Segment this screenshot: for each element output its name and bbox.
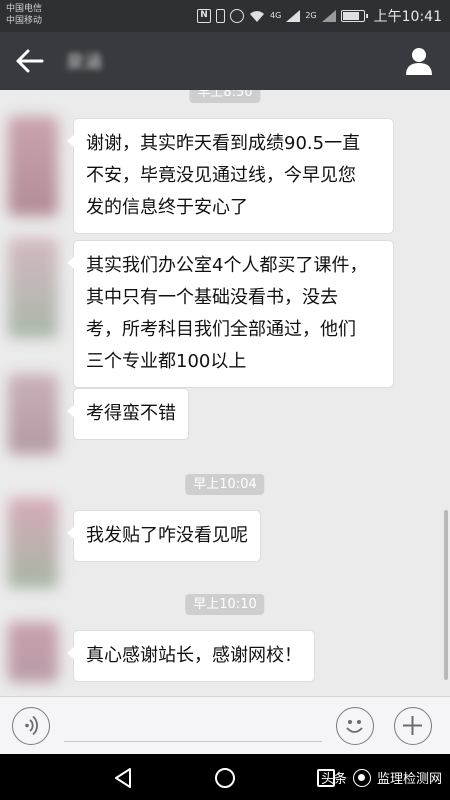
message-line: 其中只有一个基础没看书，没去 bbox=[86, 287, 338, 308]
message-line: 考得蛮不错 bbox=[86, 403, 176, 424]
carrier-labels: 中国电信 中国移动 bbox=[6, 3, 42, 27]
avatar[interactable] bbox=[8, 116, 58, 216]
network-4g-label: 4G bbox=[270, 11, 282, 20]
person-icon bbox=[406, 48, 432, 75]
timestamp-pill: 早上8:50 bbox=[189, 90, 261, 103]
navigation-bar: 头条 监理检测网 bbox=[0, 754, 450, 800]
back-arrow-icon bbox=[16, 49, 44, 73]
chat-title: 泉涵 bbox=[66, 52, 102, 73]
alarm-icon bbox=[230, 9, 245, 23]
message-bubble[interactable]: 我发贴了咋没看见呢 bbox=[67, 510, 261, 562]
voice-button[interactable] bbox=[12, 707, 50, 745]
profile-button[interactable] bbox=[404, 46, 434, 76]
message-line: 我发贴了咋没看见呢 bbox=[86, 525, 248, 546]
watermark-prefix: 头条 bbox=[320, 772, 347, 787]
emoji-button[interactable] bbox=[336, 707, 374, 745]
plus-icon bbox=[403, 716, 422, 735]
message-input[interactable] bbox=[64, 710, 322, 742]
circle-home-icon bbox=[215, 768, 235, 788]
back-button[interactable] bbox=[14, 46, 46, 76]
network-2g-label: 2G bbox=[305, 11, 317, 20]
avatar[interactable] bbox=[8, 498, 58, 588]
message-line: 不安，毕竟没见通过线，今早见您 bbox=[86, 165, 356, 186]
input-bar bbox=[0, 696, 450, 754]
status-bar: 中国电信 中国移动 N 4G 2G 上午10:41 bbox=[0, 0, 450, 32]
message-line: 考，所考科目我们全部通过，他们 bbox=[86, 319, 356, 340]
status-icons: N 4G 2G 上午10:41 bbox=[197, 6, 442, 26]
voice-icon bbox=[25, 715, 38, 736]
avatar[interactable] bbox=[8, 622, 58, 682]
battery-icon bbox=[340, 10, 368, 22]
nav-back-button[interactable] bbox=[112, 766, 136, 790]
emoji-icon bbox=[346, 720, 363, 733]
message-bubble[interactable]: 谢谢，其实昨天看到成绩90.5一直 不安，毕竟没见通过线，今早见您 发的信息终于… bbox=[67, 118, 394, 234]
message-bubble[interactable]: 其实我们办公室4个人都买了课件， 其中只有一个基础没看书，没去 考，所考科目我们… bbox=[67, 240, 394, 388]
signal-icon bbox=[286, 10, 301, 22]
signal-icon-2 bbox=[321, 10, 336, 22]
carrier-1: 中国电信 bbox=[6, 4, 43, 14]
message-bubble[interactable]: 真心感谢站长，感谢网校！ bbox=[67, 630, 315, 682]
scrollbar[interactable] bbox=[444, 510, 448, 680]
watermark: 头条 监理检测网 bbox=[321, 768, 442, 787]
nfc-icon: N bbox=[197, 9, 212, 23]
carrier-2: 中国移动 bbox=[6, 16, 43, 26]
chat-area[interactable]: 早上8:50 谢谢，其实昨天看到成绩90.5一直 不安，毕竟没见通过线，今早见您… bbox=[0, 90, 450, 696]
chat-header: 泉涵 bbox=[0, 32, 450, 90]
status-clock: 上午10:41 bbox=[373, 9, 442, 25]
timestamp-pill: 早上10:10 bbox=[185, 594, 265, 615]
timestamp-pill: 早上10:04 bbox=[185, 474, 265, 495]
plus-button[interactable] bbox=[394, 707, 432, 745]
triangle-back-icon bbox=[115, 768, 131, 788]
message-bubble[interactable]: 考得蛮不错 bbox=[67, 388, 189, 440]
watermark-logo-icon bbox=[352, 768, 371, 787]
message-line: 发的信息终于安心了 bbox=[86, 197, 248, 218]
message-line: 三个专业都100以上 bbox=[86, 351, 247, 372]
vibrate-icon bbox=[216, 9, 226, 23]
message-line: 谢谢，其实昨天看到成绩90.5一直 bbox=[86, 133, 361, 154]
nav-home-button[interactable] bbox=[213, 766, 237, 790]
message-line: 真心感谢站长，感谢网校！ bbox=[86, 645, 302, 666]
wifi-icon bbox=[249, 10, 265, 23]
watermark-name: 监理检测网 bbox=[376, 772, 442, 787]
avatar[interactable] bbox=[8, 374, 58, 454]
message-line: 其实我们办公室4个人都买了课件， bbox=[86, 255, 368, 276]
avatar[interactable] bbox=[8, 238, 58, 338]
